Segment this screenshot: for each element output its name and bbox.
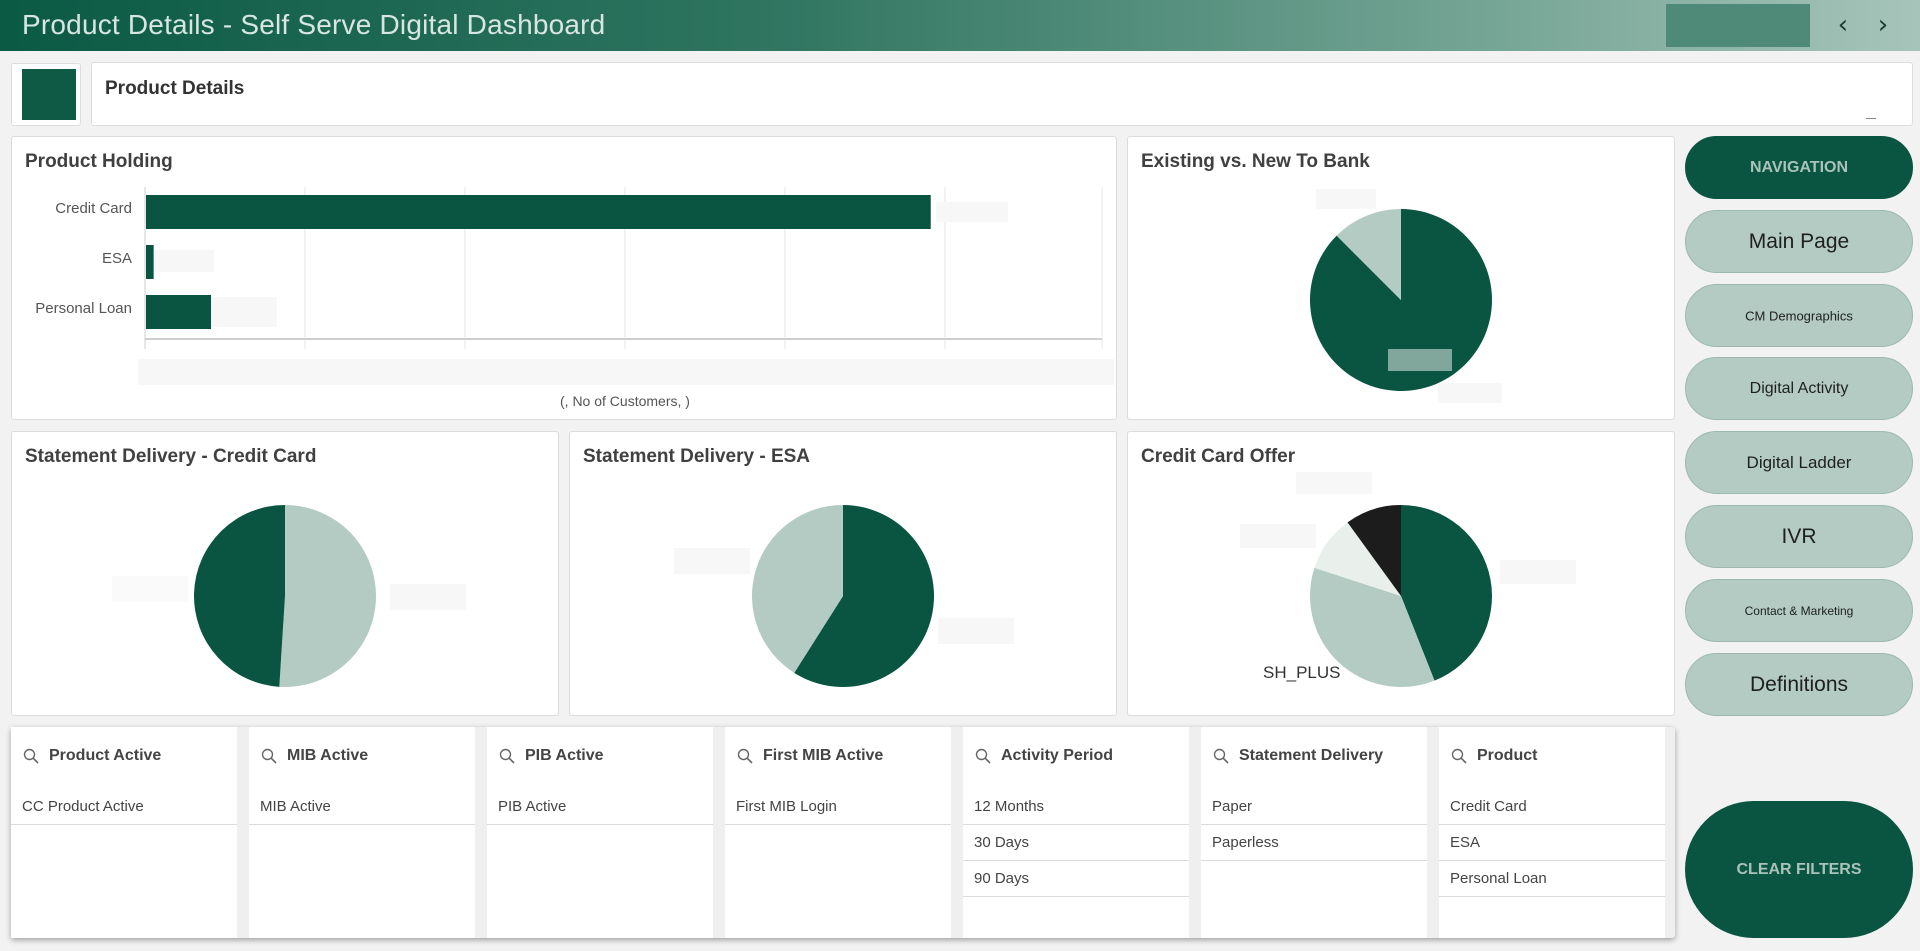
- pie-label: [112, 576, 188, 602]
- filter-pane: Statement Delivery Paper Paperless: [1201, 727, 1427, 938]
- statement-delivery-cc-panel: Statement Delivery - Credit Card: [11, 431, 559, 716]
- filter-item[interactable]: MIB Active: [249, 789, 475, 825]
- nav-cm-demographics-button[interactable]: CM Demographics: [1685, 284, 1913, 347]
- navigation-header: NAVIGATION: [1685, 136, 1913, 199]
- pie-label: [1316, 189, 1376, 209]
- x-axis-tick-labels: [138, 359, 1114, 385]
- search-icon[interactable]: [261, 748, 277, 764]
- credit-card-offer-title: Credit Card Offer: [1141, 446, 1296, 467]
- filter-pane-title: Statement Delivery: [1239, 747, 1384, 764]
- filter-pane-header[interactable]: MIB Active: [249, 727, 475, 789]
- statement-delivery-cc-pie: [194, 505, 377, 687]
- search-icon[interactable]: [23, 748, 39, 764]
- filter-item[interactable]: Credit Card: [1439, 789, 1665, 825]
- filter-pane-header[interactable]: PIB Active: [487, 727, 713, 789]
- credit-card-offer-panel: Credit Card Offer SH_PLUS: [1127, 431, 1675, 716]
- filter-pane: Product Credit Card ESA Personal Loan: [1439, 727, 1665, 938]
- filter-pane: Activity Period 12 Months 30 Days 90 Days: [963, 727, 1189, 938]
- nav-contact-marketing-button[interactable]: Contact & Marketing: [1685, 579, 1913, 642]
- filter-pane-title: Product Active: [49, 747, 162, 764]
- product-holding-panel: Product Holding Credit Card ESA Personal…: [11, 136, 1117, 420]
- nav-digital-activity-button[interactable]: Digital Activity: [1685, 357, 1913, 420]
- filter-item[interactable]: 30 Days: [963, 825, 1189, 861]
- pie-label: [390, 584, 466, 610]
- nav-main-page-button[interactable]: Main Page: [1685, 210, 1913, 273]
- search-icon[interactable]: [1213, 748, 1229, 764]
- bar-personal-loan: [146, 295, 212, 329]
- nav-definitions-button[interactable]: Definitions: [1685, 653, 1913, 716]
- filter-pane-header[interactable]: First MIB Active: [725, 727, 951, 789]
- value-label-credit-card: [936, 202, 1008, 222]
- pie-slice: [194, 505, 285, 687]
- product-holding-title: Product Holding: [25, 151, 173, 172]
- logo: [22, 69, 76, 120]
- bar-credit-card: [146, 195, 931, 229]
- existing-vs-new-pie: [1310, 209, 1492, 391]
- value-label-personal-loan: [212, 297, 277, 327]
- filter-pane-title: Activity Period: [1001, 747, 1114, 764]
- statement-delivery-esa-title: Statement Delivery - ESA: [583, 446, 811, 467]
- subtitle-card: Product Details: [91, 62, 1913, 126]
- filter-pane-header[interactable]: Activity Period: [963, 727, 1189, 789]
- filter-pane-header[interactable]: Product: [1439, 727, 1665, 789]
- pie-label-sh-plus: SH_PLUS: [1263, 663, 1341, 682]
- search-icon[interactable]: [975, 748, 991, 764]
- pie-label: [1500, 560, 1576, 584]
- pie-label: [938, 618, 1014, 644]
- filter-panel: Product Active CC Product Active MIB Activ…: [11, 727, 1675, 938]
- header-bar: Product Details - Self Serve Digital Das…: [0, 0, 1920, 51]
- filter-item[interactable]: 90 Days: [963, 861, 1189, 897]
- bar-esa: [146, 245, 154, 279]
- filter-item[interactable]: Personal Loan: [1439, 861, 1665, 897]
- logo-card: [11, 63, 81, 126]
- filter-pane-title: PIB Active: [525, 747, 604, 764]
- pie-label: [1388, 349, 1452, 371]
- filter-pane-header[interactable]: Statement Delivery: [1201, 727, 1427, 789]
- filter-pane-title: MIB Active: [287, 747, 369, 764]
- minimize-icon[interactable]: [1866, 118, 1876, 119]
- statement-delivery-esa-pie: [752, 505, 934, 687]
- filter-item[interactable]: ESA: [1439, 825, 1665, 861]
- filter-item[interactable]: CC Product Active: [11, 789, 237, 825]
- search-icon[interactable]: [737, 748, 753, 764]
- bar-label-credit-card: Credit Card: [55, 200, 132, 217]
- filter-pane-header[interactable]: Product Active: [11, 727, 237, 789]
- credit-card-offer-pie: [1310, 505, 1492, 687]
- statement-delivery-cc-title: Statement Delivery - Credit Card: [25, 446, 317, 467]
- filter-pane: MIB Active MIB Active: [249, 727, 475, 938]
- pie-label: [1438, 383, 1502, 403]
- search-icon[interactable]: [1451, 748, 1467, 764]
- search-icon[interactable]: [499, 748, 515, 764]
- filter-pane: Product Active CC Product Active: [11, 727, 237, 938]
- page-title: Product Details - Self Serve Digital Das…: [22, 9, 606, 40]
- filter-pane: First MIB Active First MIB Login: [725, 727, 951, 938]
- pie-label: [1240, 524, 1316, 548]
- pie-slice: [279, 505, 377, 687]
- sheet-selector[interactable]: [1666, 4, 1810, 47]
- filter-item[interactable]: PIB Active: [487, 789, 713, 825]
- pie-label: [1296, 472, 1372, 494]
- bar-label-personal-loan: Personal Loan: [35, 300, 132, 317]
- next-sheet-icon[interactable]: ›: [1868, 10, 1898, 40]
- pie-label: [674, 548, 750, 574]
- filter-item[interactable]: First MIB Login: [725, 789, 951, 825]
- existing-vs-new-panel: Existing vs. New To Bank: [1127, 136, 1675, 420]
- value-label-esa: [154, 250, 214, 272]
- filter-item[interactable]: Paperless: [1201, 825, 1427, 861]
- previous-sheet-icon[interactable]: ‹: [1828, 10, 1858, 40]
- filter-item[interactable]: Paper: [1201, 789, 1427, 825]
- filter-pane-title: Product: [1477, 747, 1538, 764]
- clear-filters-button[interactable]: CLEAR FILTERS: [1685, 801, 1913, 938]
- filter-pane-title: First MIB Active: [763, 747, 884, 764]
- statement-delivery-esa-panel: Statement Delivery - ESA: [569, 431, 1117, 716]
- filter-item[interactable]: 12 Months: [963, 789, 1189, 825]
- nav-ivr-button[interactable]: IVR: [1685, 505, 1913, 568]
- x-axis-title: (, No of Customers, ): [560, 393, 690, 409]
- filter-pane: PIB Active PIB Active: [487, 727, 713, 938]
- nav-digital-ladder-button[interactable]: Digital Ladder: [1685, 431, 1913, 494]
- existing-vs-new-title: Existing vs. New To Bank: [1141, 151, 1370, 172]
- section-title: Product Details: [105, 78, 245, 99]
- bar-label-esa: ESA: [101, 250, 132, 267]
